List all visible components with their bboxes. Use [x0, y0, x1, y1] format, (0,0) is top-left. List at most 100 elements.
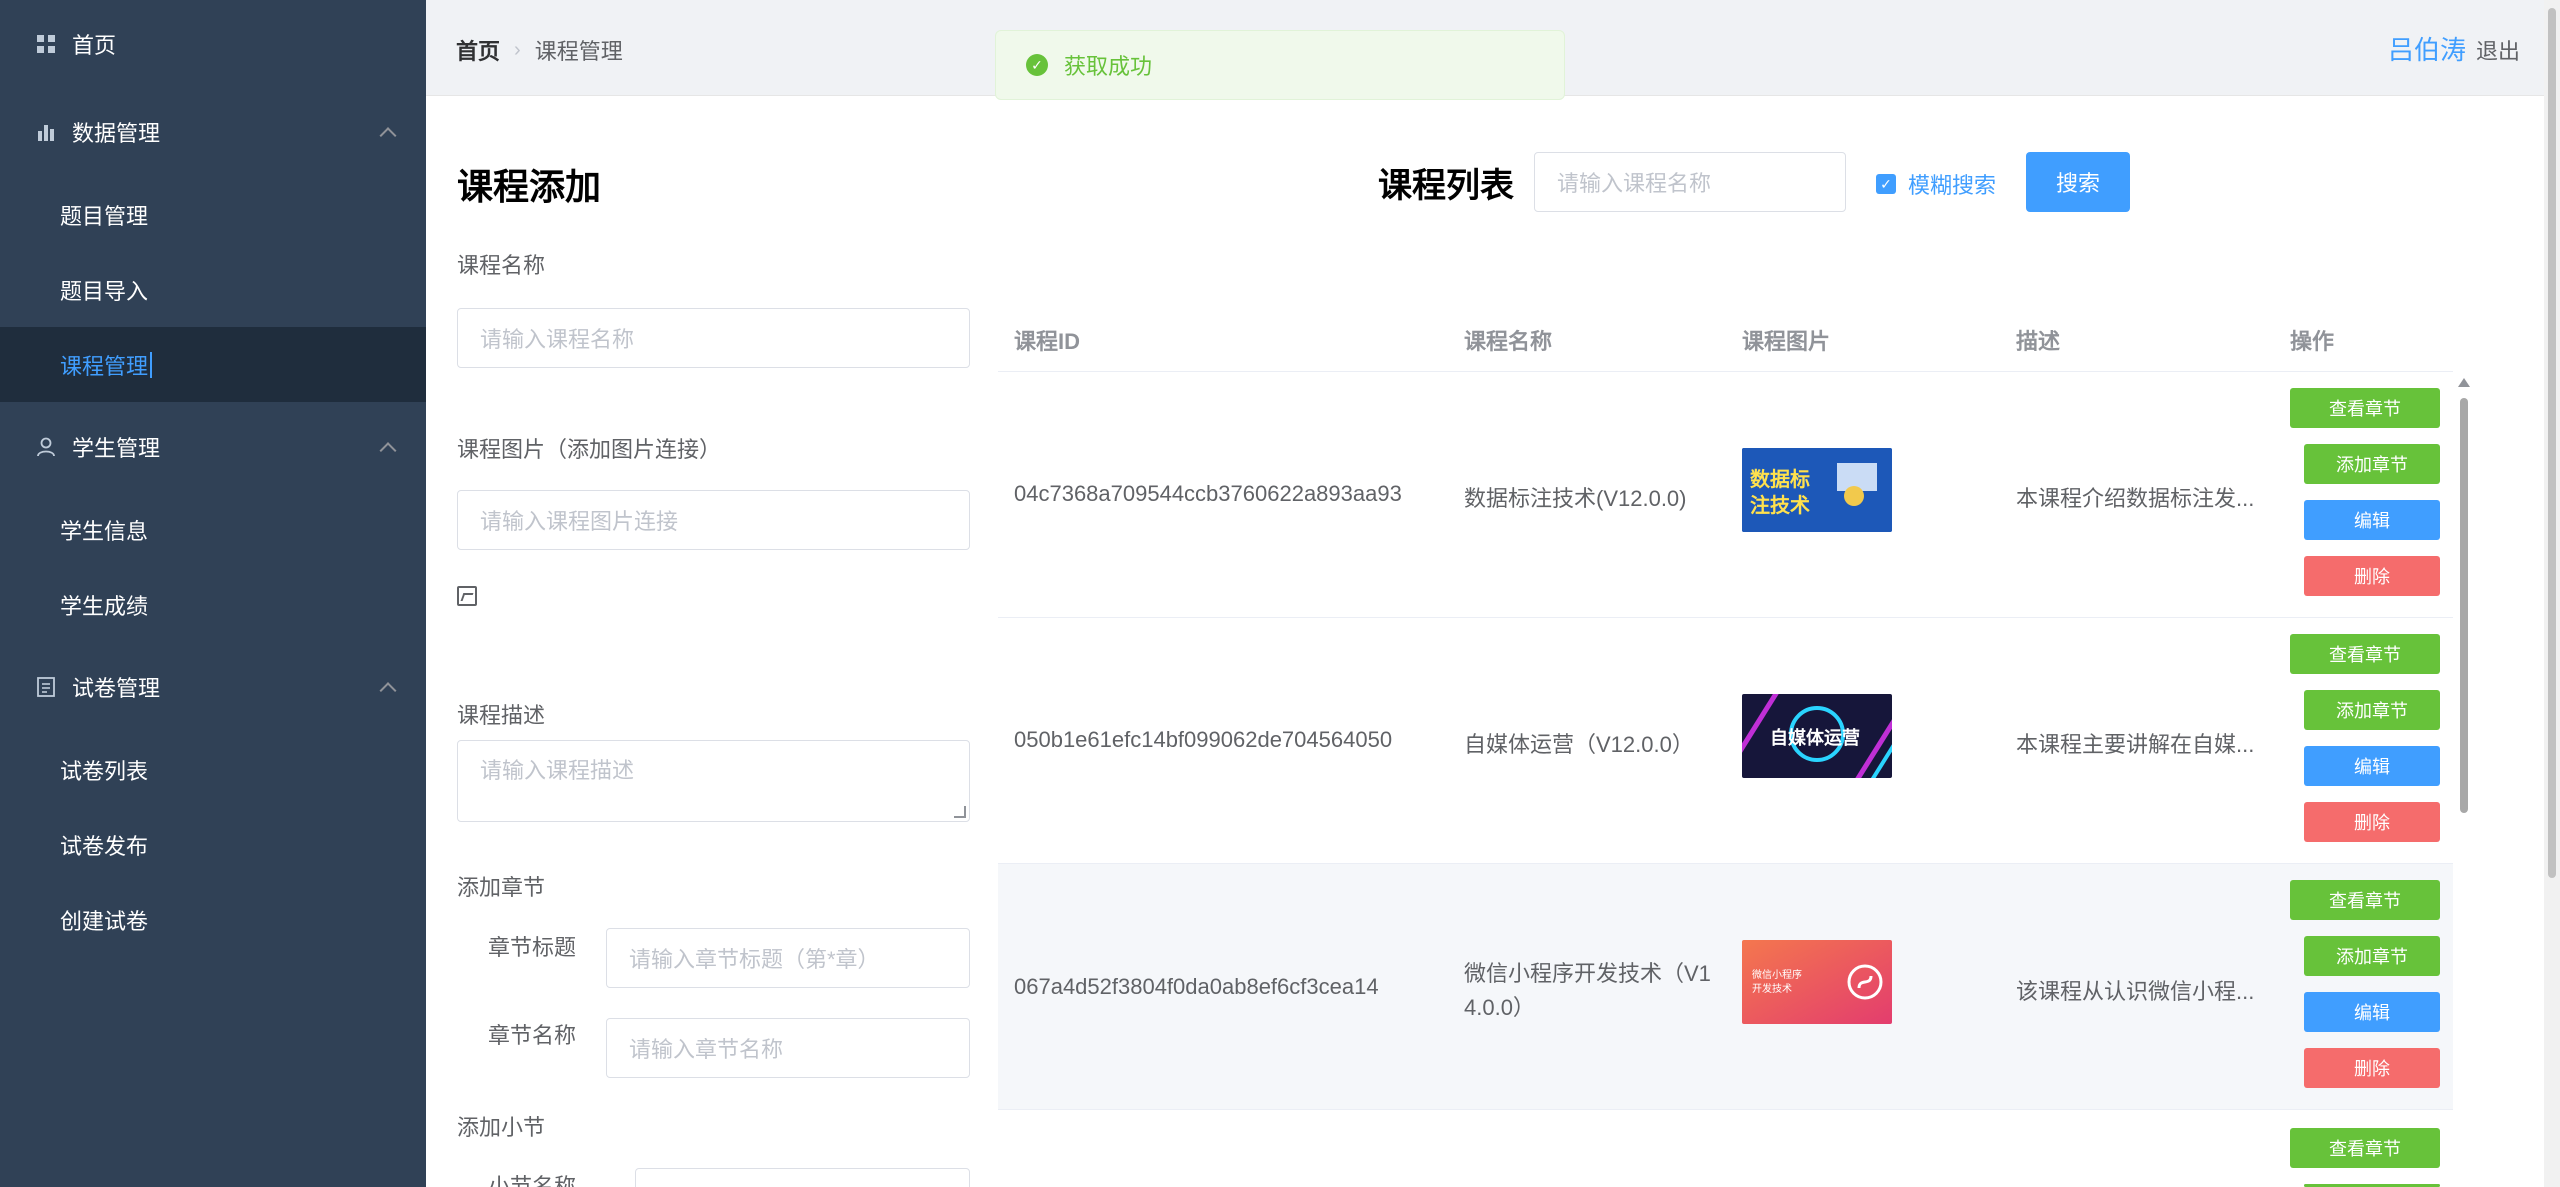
chapter-title-input[interactable]: 请输入章节标题（第*章）	[606, 928, 970, 988]
sidebar-group-students[interactable]: 学生管理	[0, 402, 426, 492]
sidebar-item-student-scores[interactable]: 学生成绩	[0, 567, 426, 642]
col-course-image: 课程图片	[1742, 329, 1831, 354]
cell-description: 本课程主要讲解在自媒...	[2016, 732, 2255, 757]
sidebar-group-papers[interactable]: 试卷管理	[0, 642, 426, 732]
add-chapter-button[interactable]: 添加章节	[2304, 690, 2440, 730]
form-title: 课程添加	[457, 166, 602, 207]
table-row: 查看章节	[998, 1110, 2453, 1187]
sidebar-item-label: 课程管理	[60, 353, 149, 379]
course-name-label: 课程名称	[457, 253, 546, 278]
course-desc-textarea[interactable]: 请输入课程描述	[457, 740, 970, 822]
sidebar-group-label: 数据管理	[72, 121, 161, 146]
cell-course-name-line1: 微信小程序开发技术（V1	[1464, 961, 1711, 986]
sidebar-item-question-manage[interactable]: 题目管理	[0, 177, 426, 252]
view-chapters-button[interactable]: 查看章节	[2290, 388, 2440, 428]
add-chapter-button[interactable]: 添加章节	[2304, 936, 2440, 976]
sidebar-item-label: 创建试卷	[60, 908, 149, 934]
course-search-input[interactable]: 请输入课程名称	[1534, 152, 1846, 212]
course-table: 课程ID 课程名称 课程图片 描述 操作 04c7368a709544ccb37…	[998, 300, 2453, 1187]
grid-icon	[36, 34, 56, 54]
user-icon	[36, 437, 56, 457]
section-name-label: 小节名称	[487, 1174, 576, 1187]
textarea-placeholder: 请输入课程描述	[480, 758, 635, 783]
sidebar-item-paper-publish[interactable]: 试卷发布	[0, 807, 426, 882]
sidebar-group-data[interactable]: 数据管理	[0, 87, 426, 177]
sidebar-item-label: 题目管理	[60, 203, 149, 229]
svg-text:微信小程序: 微信小程序	[1752, 968, 1802, 981]
add-chapter-button[interactable]: 添加章节	[2304, 444, 2440, 484]
chapter-name-input[interactable]: 请输入章节名称	[606, 1018, 970, 1078]
sidebar-item-create-paper[interactable]: 创建试卷	[0, 882, 426, 957]
fuzzy-search-checkbox[interactable]: ✓ 模糊搜索	[1876, 168, 1996, 200]
chevron-up-icon	[379, 682, 397, 700]
col-course-name: 课程名称	[1464, 329, 1553, 354]
chevron-up-icon	[379, 442, 397, 460]
col-actions: 操作	[2290, 329, 2335, 354]
delete-button[interactable]: 删除	[2304, 1048, 2440, 1088]
sidebar-item-label: 试卷发布	[60, 833, 149, 859]
course-image-label: 课程图片（添加图片连接）	[457, 437, 722, 462]
svg-text:注技术: 注技术	[1750, 493, 1810, 517]
fuzzy-search-label: 模糊搜索	[1908, 173, 1997, 198]
chevron-up-icon	[379, 127, 397, 145]
section-name-input[interactable]	[635, 1168, 970, 1187]
breadcrumb: 首页 › 课程管理	[456, 34, 623, 66]
check-circle-icon: ✓	[1026, 54, 1048, 76]
table-row: 067a4d52f3804f0da0ab8ef6cf3cea14 微信小程序开发…	[998, 864, 2453, 1110]
col-course-id: 课程ID	[1014, 329, 1081, 354]
chapter-title-label: 章节标题	[487, 935, 576, 960]
view-chapters-button[interactable]: 查看章节	[2290, 1128, 2440, 1168]
sidebar-group-label: 学生管理	[72, 436, 161, 461]
search-button[interactable]: 搜索	[2026, 152, 2130, 212]
add-section-label: 添加小节	[457, 1115, 546, 1140]
sidebar-item-paper-list[interactable]: 试卷列表	[0, 732, 426, 807]
course-name-input[interactable]: 请输入课程名称	[457, 308, 970, 368]
sidebar-item-question-import[interactable]: 题目导入	[0, 252, 426, 327]
chevron-right-icon: ›	[514, 38, 521, 61]
sidebar-item-student-info[interactable]: 学生信息	[0, 492, 426, 567]
table-header: 课程ID 课程名称 课程图片 描述 操作	[998, 300, 2453, 372]
course-image: 自媒体运营	[1742, 694, 1892, 778]
sidebar-item-home[interactable]: 首页	[0, 0, 426, 87]
edit-button[interactable]: 编辑	[2304, 992, 2440, 1032]
svg-text:数据标: 数据标	[1750, 467, 1810, 491]
scrollbar-thumb[interactable]	[2460, 398, 2468, 813]
svg-text:开发技术: 开发技术	[1752, 982, 1792, 995]
table-row: 050b1e61efc14bf099062de704564050 自媒体运营（V…	[998, 618, 2453, 864]
success-toast: ✓ 获取成功	[995, 30, 1565, 100]
delete-button[interactable]: 删除	[2304, 556, 2440, 596]
breadcrumb-home[interactable]: 首页	[456, 34, 500, 66]
document-icon	[36, 677, 56, 697]
user-name[interactable]: 吕伯涛	[2388, 30, 2466, 67]
cell-course-name: 自媒体运营（V12.0.0）	[1464, 732, 1694, 757]
sidebar: 首页 数据管理 题目管理 题目导入 课程管理 学生管理 学生信息 学生成绩 试卷…	[0, 0, 426, 1187]
cell-course-id: 067a4d52f3804f0da0ab8ef6cf3cea14	[1014, 974, 1379, 999]
breadcrumb-current: 课程管理	[534, 39, 623, 64]
cell-course-id: 04c7368a709544ccb3760622a893aa93	[1014, 481, 1402, 506]
page-scrollbar-thumb[interactable]	[2548, 8, 2556, 878]
table-scrollbar[interactable]	[2457, 378, 2471, 818]
sidebar-item-label: 学生成绩	[60, 593, 149, 619]
view-chapters-button[interactable]: 查看章节	[2290, 880, 2440, 920]
image-placeholder-icon	[457, 586, 477, 606]
resize-handle-icon[interactable]	[954, 806, 966, 818]
page-scrollbar[interactable]	[2544, 0, 2560, 1187]
sidebar-item-course-manage[interactable]: 课程管理	[0, 327, 426, 402]
svg-text:自媒体运营: 自媒体运营	[1770, 727, 1860, 749]
cell-description: 该课程从认识微信小程...	[2016, 979, 2255, 1004]
sidebar-item-label: 首页	[72, 32, 117, 58]
scroll-up-arrow-icon[interactable]	[2458, 378, 2470, 387]
sidebar-item-label: 学生信息	[60, 518, 149, 544]
course-desc-label: 课程描述	[457, 703, 546, 728]
edit-button[interactable]: 编辑	[2304, 746, 2440, 786]
text-cursor	[150, 351, 153, 378]
course-image-input[interactable]: 请输入课程图片连接	[457, 490, 970, 550]
sidebar-group-label: 试卷管理	[72, 676, 161, 701]
bar-chart-icon	[36, 122, 56, 142]
logout-link[interactable]: 退出	[2476, 34, 2520, 66]
user-area: 吕伯涛 退出	[2388, 30, 2520, 67]
sidebar-item-label: 试卷列表	[60, 758, 149, 784]
view-chapters-button[interactable]: 查看章节	[2290, 634, 2440, 674]
delete-button[interactable]: 删除	[2304, 802, 2440, 842]
edit-button[interactable]: 编辑	[2304, 500, 2440, 540]
